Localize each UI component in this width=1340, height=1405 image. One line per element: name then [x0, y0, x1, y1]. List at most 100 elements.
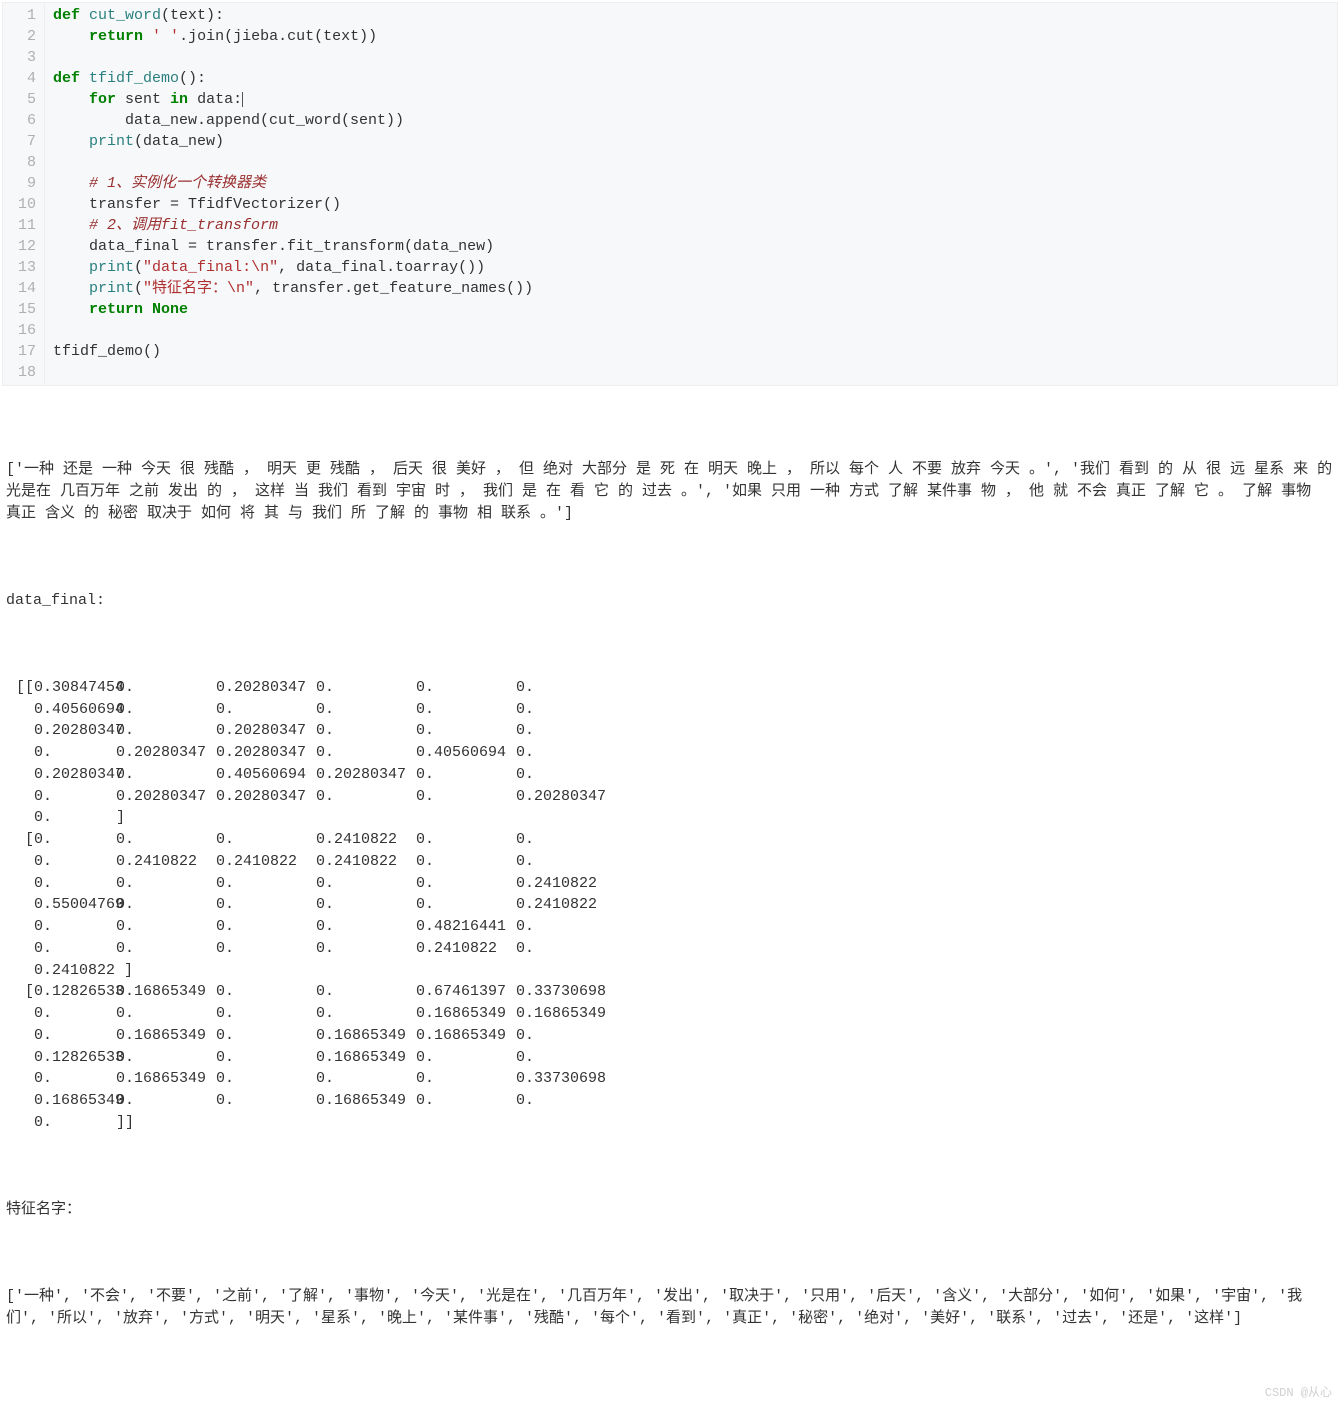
code-line[interactable]: data_final = transfer.fit_transform(data… [53, 236, 1337, 257]
matrix-cell: 0. [216, 1047, 316, 1069]
code-token: sent [116, 91, 170, 108]
matrix-cell: 0. [16, 1003, 116, 1025]
matrix-row: 0.0.0.0.0.482164410. [6, 916, 1334, 938]
code-line[interactable]: print("特征名字：\n", transfer.get_feature_na… [53, 278, 1337, 299]
code-line[interactable] [53, 47, 1337, 68]
code-line[interactable]: print(data_new) [53, 131, 1337, 152]
matrix-cell: 0.55004769 [16, 894, 116, 916]
line-number: 17 [3, 341, 36, 362]
code-line[interactable]: for sent in data: [53, 89, 1337, 110]
code-token: def [53, 70, 89, 87]
matrix-cell: 0. [316, 699, 416, 721]
matrix-row: 0.0.168653490.0.168653490.168653490. [6, 1025, 1334, 1047]
output-label-features: 特征名字： [6, 1199, 1334, 1221]
matrix-cell: 0. [116, 720, 216, 742]
matrix-cell: 0. [416, 829, 516, 851]
matrix-cell: 0. [16, 1112, 116, 1134]
code-token: def [53, 7, 89, 24]
code-token: # 1、实例化一个转换器类 [89, 175, 266, 192]
matrix-row: 0.0.0.0.0.24108220. [6, 938, 1334, 960]
code-token: (text): [161, 7, 224, 24]
code-line[interactable]: def tfidf_demo(): [53, 68, 1337, 89]
matrix-cell: 0. [516, 720, 616, 742]
matrix-cell: 0. [516, 677, 616, 699]
matrix-cell: 0. [216, 699, 316, 721]
output-sentences: ['一种 还是 一种 今天 很 残酷 ， 明天 更 残酷 ， 后天 很 美好 ，… [6, 459, 1334, 524]
matrix-cell: 0.20280347 [216, 742, 316, 764]
matrix-cell: 0. [516, 764, 616, 786]
matrix-cell: 0.16865349 [416, 1003, 516, 1025]
code-token: for [89, 91, 116, 108]
matrix-cell: 0.20280347 [516, 786, 616, 808]
code-token: "data_final:\n" [143, 259, 278, 276]
matrix-cell: 0. [16, 873, 116, 895]
matrix-cell: 0. [516, 938, 616, 960]
matrix-cell: 0. [16, 742, 116, 764]
matrix-cell: 0.16865349 [516, 1003, 616, 1025]
matrix-cell: 0. [216, 873, 316, 895]
matrix-cell: 0. [516, 1047, 616, 1069]
matrix-row: 0.0.202803470.202803470.0.0.20280347 [6, 786, 1334, 808]
matrix-cell: 0. [416, 851, 516, 873]
code-line[interactable]: tfidf_demo() [53, 341, 1337, 362]
matrix-cell: 0.20280347 [16, 764, 116, 786]
code-token [53, 28, 89, 45]
line-number: 2 [3, 26, 36, 47]
matrix-cell: 0. [416, 677, 516, 699]
code-line[interactable] [53, 320, 1337, 341]
code-token: data: [188, 91, 242, 108]
code-token: # 2、调用fit_transform [89, 217, 278, 234]
matrix-cell: 0.16865349 [316, 1025, 416, 1047]
code-line[interactable]: # 2、调用fit_transform [53, 215, 1337, 236]
matrix-cell: 0.40560694 [416, 742, 516, 764]
code-token: return None [89, 301, 188, 318]
code-line[interactable]: transfer = TfidfVectorizer() [53, 194, 1337, 215]
code-token [53, 133, 89, 150]
code-line[interactable]: return None [53, 299, 1337, 320]
matrix-cell: 0.20280347 [116, 786, 216, 808]
line-number: 14 [3, 278, 36, 299]
code-token: , transfer.get_feature_names()) [254, 280, 533, 297]
matrix-row: 0.128265330.0.0.168653490.0. [6, 1047, 1334, 1069]
matrix-cell: 0. [16, 1068, 116, 1090]
code-line[interactable] [53, 152, 1337, 173]
matrix-row: 0.202803470.0.405606940.202803470.0. [6, 764, 1334, 786]
code-token [53, 280, 89, 297]
matrix-cell: 0. [316, 742, 416, 764]
matrix-cell: 0. [316, 1068, 416, 1090]
code-token: ( [134, 280, 143, 297]
matrix-row: 0.0.168653490.0.0.0.33730698 [6, 1068, 1334, 1090]
code-token: print [89, 259, 134, 276]
matrix-row: 0.]] [6, 1112, 1334, 1134]
code-line[interactable]: data_new.append(cut_word(sent)) [53, 110, 1337, 131]
text-caret [242, 92, 243, 107]
line-number: 3 [3, 47, 36, 68]
matrix-cell: 0.33730698 [516, 981, 616, 1003]
code-token: print [89, 133, 134, 150]
matrix-row: [0.128265330.168653490.0.0.674613970.337… [6, 981, 1334, 1003]
matrix-cell: 0. [316, 720, 416, 742]
code-line[interactable]: def cut_word(text): [53, 5, 1337, 26]
code-line[interactable]: # 1、实例化一个转换器类 [53, 173, 1337, 194]
matrix-cell: 0. [116, 916, 216, 938]
matrix-cell: 0.48216441 [416, 916, 516, 938]
code-token [53, 301, 89, 318]
code-token: tfidf_demo [89, 70, 179, 87]
matrix-cell: 0. [16, 938, 116, 960]
code-line[interactable]: print("data_final:\n", data_final.toarra… [53, 257, 1337, 278]
code-line[interactable] [53, 362, 1337, 383]
line-number: 8 [3, 152, 36, 173]
line-number: 10 [3, 194, 36, 215]
matrix-cell: ] [116, 807, 216, 829]
matrix-cell: 0. [516, 851, 616, 873]
code-lines[interactable]: def cut_word(text): return ' '.join(jieb… [45, 3, 1337, 385]
code-line[interactable]: return ' '.join(jieba.cut(text)) [53, 26, 1337, 47]
output-features: ['一种', '不会', '不要', '之前', '了解', '事物', '今天… [6, 1286, 1334, 1330]
matrix-row: 0.202803470.0.202803470.0.0. [6, 720, 1334, 742]
code-token: transfer = TfidfVectorizer() [53, 196, 341, 213]
matrix-cell: 0.12826533 [16, 1047, 116, 1069]
matrix-row: 0.0.0.0.0.0.2410822 [6, 873, 1334, 895]
matrix-cell: 0. [416, 894, 516, 916]
line-number: 12 [3, 236, 36, 257]
code-block: 123456789101112131415161718 def cut_word… [2, 2, 1338, 386]
